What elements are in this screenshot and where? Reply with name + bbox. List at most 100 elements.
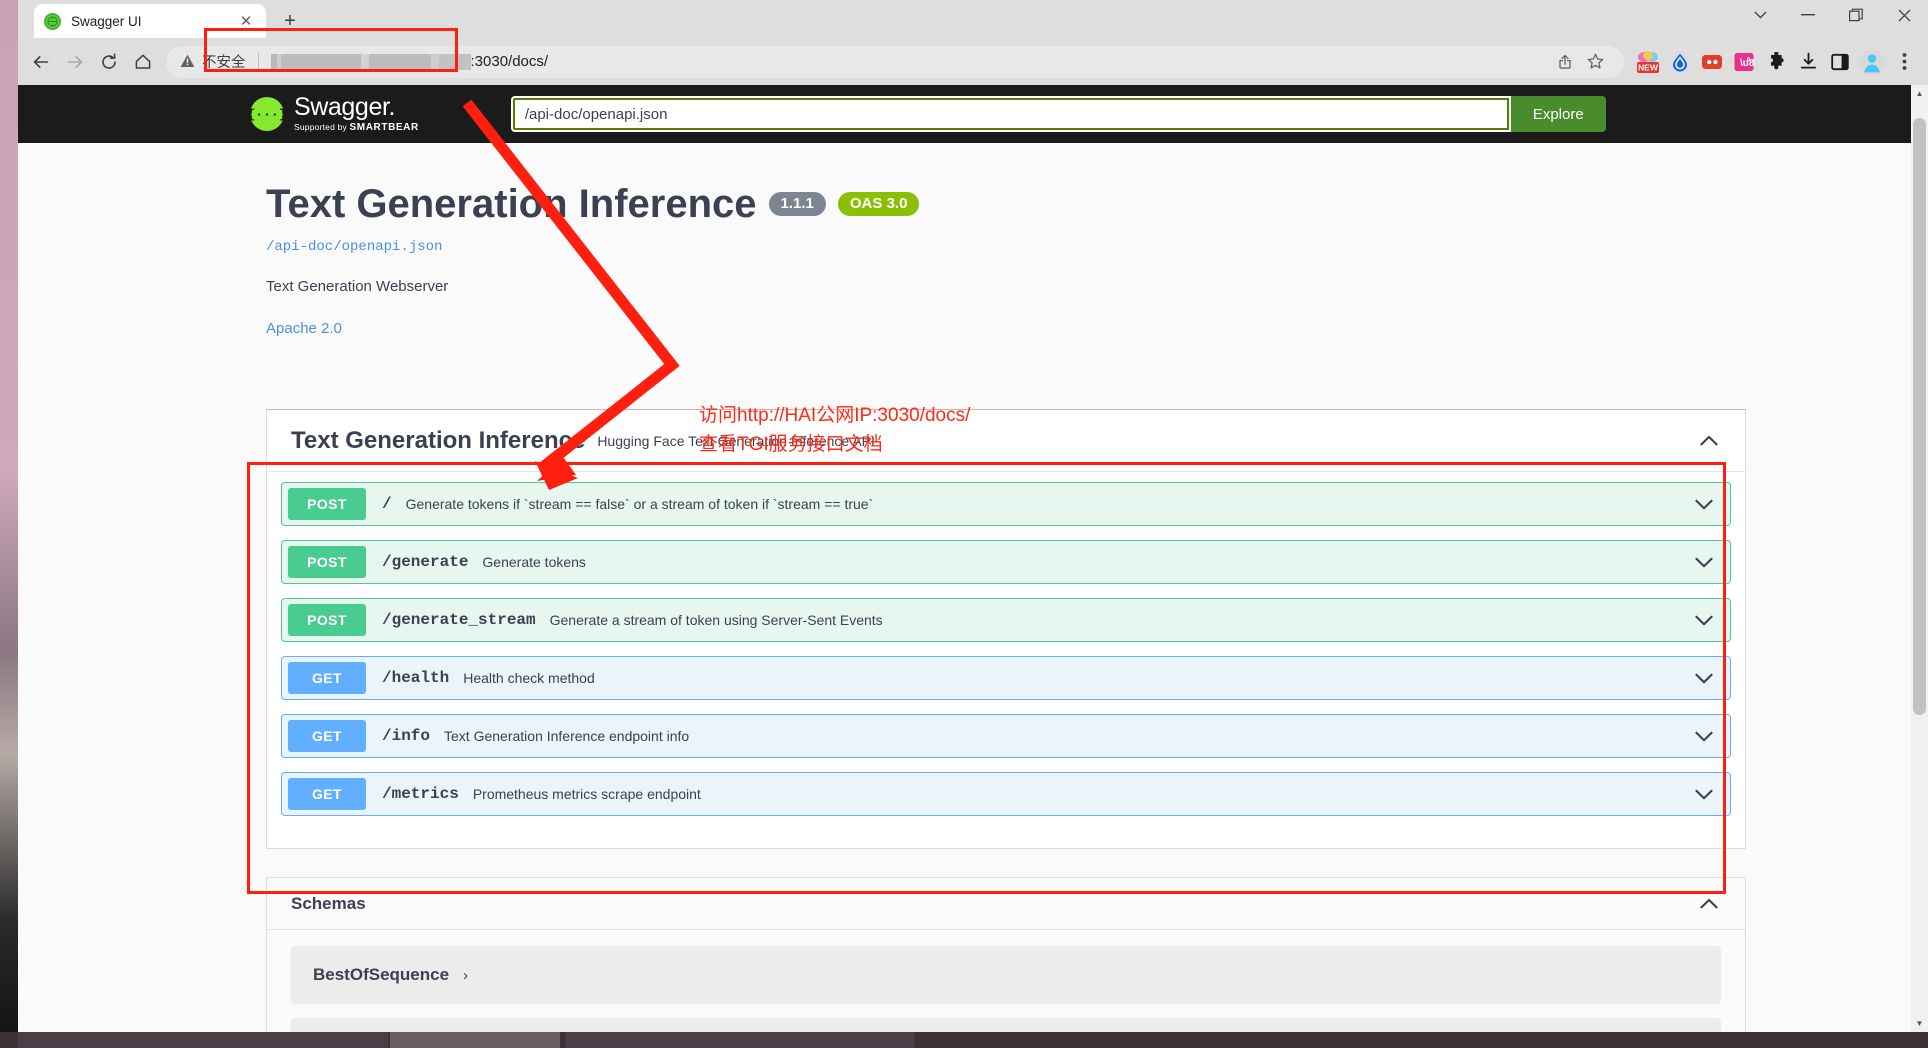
reload-button[interactable] bbox=[92, 45, 126, 79]
operation-path: /metrics bbox=[382, 785, 459, 803]
supported-by-prefix: Supported by bbox=[294, 122, 350, 132]
os-taskbar bbox=[0, 1032, 1928, 1048]
downloads-icon[interactable] bbox=[1792, 46, 1824, 78]
profile-avatar[interactable] bbox=[1856, 46, 1888, 78]
scrollbar-track[interactable] bbox=[1911, 102, 1928, 1015]
bookmark-star-icon[interactable] bbox=[1580, 47, 1610, 77]
security-status[interactable]: 不安全 bbox=[180, 51, 246, 72]
operation-summary: Text Generation Inference endpoint info bbox=[444, 728, 690, 744]
schema-row[interactable]: BestOfSequence › bbox=[291, 946, 1721, 1004]
minimize-button[interactable] bbox=[1784, 0, 1832, 30]
oas-badge: OAS 3.0 bbox=[837, 192, 920, 216]
new-tab-button[interactable]: + bbox=[276, 8, 304, 34]
scroll-up-arrow[interactable]: ▲ bbox=[1911, 85, 1928, 102]
explore-button[interactable]: Explore bbox=[1510, 96, 1606, 132]
chrome-menu-icon[interactable] bbox=[1888, 46, 1920, 78]
browser-window: Swagger UI ✕ + 不安全:3030/docs/ NEW \u8 A… bbox=[18, 0, 1928, 1032]
warning-triangle-icon bbox=[180, 54, 195, 70]
scroll-down-arrow[interactable]: ▼ bbox=[1911, 1015, 1928, 1032]
http-method-badge: GET bbox=[288, 778, 366, 810]
share-icon[interactable] bbox=[1550, 47, 1580, 77]
version-badge: 1.1.1 bbox=[768, 192, 826, 216]
chevron-down-icon[interactable] bbox=[1692, 550, 1716, 574]
swagger-topbar: {···} Swagger. Supported by SMARTBEAR Ex… bbox=[18, 85, 1928, 143]
explore-bar: Explore bbox=[510, 96, 1606, 132]
chevron-down-icon[interactable] bbox=[1692, 608, 1716, 632]
browser-toolbar: 不安全 :3030/docs/ NEW \u8 A bbox=[18, 38, 1928, 85]
extension-new-badge-icon[interactable]: NEW bbox=[1632, 46, 1664, 78]
forward-button[interactable] bbox=[58, 45, 92, 79]
schemas-title: Schemas bbox=[291, 893, 366, 913]
http-method-badge: GET bbox=[288, 720, 366, 752]
operation-summary: Generate a stream of token using Server-… bbox=[549, 612, 883, 628]
tab-strip: Swagger UI ✕ + bbox=[18, 0, 1928, 38]
schemas-header[interactable]: Schemas bbox=[267, 878, 1745, 930]
home-button[interactable] bbox=[126, 45, 160, 79]
extension-toolbar: NEW \u8bd1A bbox=[1632, 46, 1922, 78]
operation-path: / bbox=[382, 495, 392, 513]
page-scrollbar[interactable]: ▲ ▼ bbox=[1911, 85, 1928, 1032]
swagger-wordmark-text: Swagger bbox=[294, 93, 389, 121]
close-tab-button[interactable]: ✕ bbox=[236, 11, 256, 31]
chevron-down-icon[interactable] bbox=[1692, 782, 1716, 806]
api-info-block: Text Generation Inference 1.1.1 OAS 3.0 … bbox=[18, 143, 1928, 337]
extension-dots-icon[interactable] bbox=[1696, 46, 1728, 78]
redacted-host-block bbox=[270, 53, 471, 70]
swagger-favicon-icon bbox=[44, 12, 61, 30]
spec-url-input[interactable] bbox=[510, 96, 1511, 132]
http-method-badge: POST bbox=[288, 604, 366, 636]
operation-row[interactable]: POST/generate_stream Generate a stream of… bbox=[281, 598, 1731, 642]
extension-drop-icon[interactable] bbox=[1664, 46, 1696, 78]
operation-row[interactable]: POST/generate Generate tokens bbox=[281, 540, 1731, 584]
schema-row[interactable]: CompatGenerateRequest› bbox=[291, 1018, 1721, 1032]
operation-summary: Generate tokens if `stream == false` or … bbox=[405, 496, 874, 512]
extensions-puzzle-icon[interactable] bbox=[1760, 46, 1792, 78]
annotation-line-2: 查看TGI服务接口文档 bbox=[699, 434, 883, 456]
license-link[interactable]: Apache 2.0 bbox=[266, 320, 1928, 337]
chevron-up-icon[interactable] bbox=[1697, 892, 1721, 916]
api-description: Text Generation Webserver bbox=[266, 278, 449, 295]
scrollbar-thumb[interactable] bbox=[1913, 118, 1926, 715]
operation-row[interactable]: POST / Generate tokens if `stream == false… bbox=[281, 482, 1731, 526]
operation-row[interactable]: GET/info Text Generation Inference endpoi… bbox=[281, 714, 1731, 758]
operation-path: /generate_stream bbox=[382, 611, 536, 629]
address-bar[interactable]: 不安全 :3030/docs/ bbox=[166, 45, 1624, 78]
annotation-text: 访问http://HAI公网IP:3030/docs/ 查看TGI服务接口文档 bbox=[699, 401, 970, 460]
wordmark-dot: . bbox=[388, 93, 396, 121]
taskbar-segment bbox=[565, 1032, 915, 1048]
operation-summary: Prometheus metrics scrape endpoint bbox=[472, 786, 701, 802]
api-tag-title: Text Generation Inference bbox=[291, 426, 586, 454]
desktop-background bbox=[0, 0, 18, 1048]
maximize-button[interactable] bbox=[1832, 0, 1880, 30]
spec-link[interactable]: /api-doc/openapi.json bbox=[266, 239, 1928, 255]
back-button[interactable] bbox=[24, 45, 58, 79]
chevron-down-icon[interactable] bbox=[1692, 666, 1716, 690]
omnibox-actions bbox=[1550, 47, 1610, 77]
extension-translate-icon[interactable]: \u8bd1A bbox=[1728, 46, 1760, 78]
close-window-button[interactable] bbox=[1880, 0, 1928, 30]
taskbar-segment bbox=[390, 1032, 560, 1048]
swagger-logo[interactable]: {···} Swagger. Supported by SMARTBEAR bbox=[248, 93, 419, 133]
schema-list: BestOfSequence › CompatGenerateRequest› bbox=[267, 930, 1745, 1032]
chevron-down-icon[interactable] bbox=[1692, 492, 1716, 516]
operation-path: /info bbox=[382, 727, 431, 745]
omnibox-divider bbox=[257, 52, 259, 71]
side-panel-icon[interactable] bbox=[1824, 46, 1856, 78]
operation-summary: Health check method bbox=[463, 670, 595, 686]
operation-row[interactable]: GET/metrics Prometheus metrics scrape end… bbox=[281, 772, 1731, 816]
swagger-logo-mark-icon: {···} bbox=[248, 97, 287, 131]
browser-tab-swagger-ui[interactable]: Swagger UI ✕ bbox=[34, 4, 266, 38]
schema-name: BestOfSequence bbox=[313, 965, 450, 984]
annotation-line-1: 访问http://HAI公网IP:3030/docs/ bbox=[699, 405, 971, 426]
http-method-badge: POST bbox=[288, 546, 366, 578]
page-title: Text Generation Inference 1.1.1 OAS 3.0 bbox=[266, 183, 1928, 225]
operation-summary: Generate tokens bbox=[482, 554, 586, 570]
chevron-right-icon[interactable]: › bbox=[463, 967, 468, 984]
chevron-up-icon[interactable] bbox=[1697, 429, 1721, 453]
chevron-down-icon[interactable] bbox=[1692, 724, 1716, 748]
tab-search-button[interactable] bbox=[1736, 0, 1784, 30]
api-title-text: Text Generation Inference bbox=[266, 182, 757, 226]
operation-row[interactable]: GET/health Health check method bbox=[281, 656, 1731, 700]
api-tag-header[interactable]: Text Generation Inference Hugging Face T… bbox=[267, 410, 1745, 472]
url-text: :3030/docs/ bbox=[470, 53, 549, 70]
